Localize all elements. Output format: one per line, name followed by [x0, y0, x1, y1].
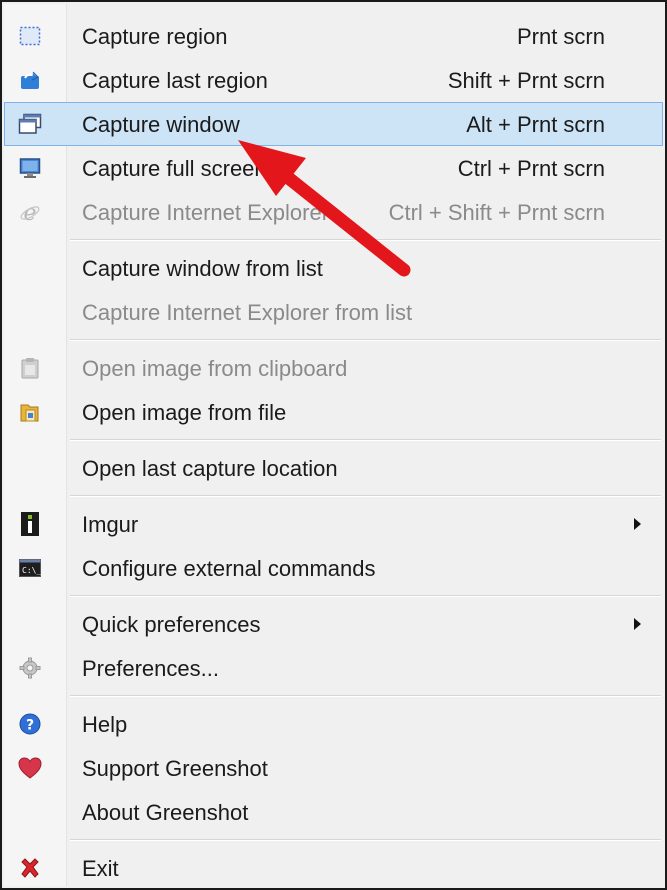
menu-separator [4, 334, 663, 346]
menu-item-label: Capture Internet Explorer from list [82, 300, 413, 325]
menu-item-help[interactable]: ? Help [4, 702, 663, 746]
clipboard-icon [18, 357, 42, 379]
folder-icon [18, 401, 42, 423]
help-icon: ? [18, 713, 42, 735]
menu-item-open-from-clipboard[interactable]: Open image from clipboard [4, 346, 663, 390]
menu-item-label: Capture region [82, 24, 228, 49]
menu-item-label: Capture window from list [82, 256, 323, 281]
menu-item-label: Quick preferences [82, 612, 261, 637]
menu-item-shortcut: Alt + Prnt scrn [466, 112, 605, 137]
menu-item-label: About Greenshot [82, 800, 249, 825]
menu-item-shortcut: Shift + Prnt scrn [447, 68, 605, 93]
menu-item-capture-internet-explorer[interactable]: e Capture Internet Explorer Ctrl + Shift… [4, 190, 663, 234]
window-icon [18, 113, 42, 135]
menu-item-quick-preferences[interactable]: Quick preferences [4, 602, 663, 646]
menu-item-label: Open image from clipboard [82, 356, 348, 381]
ie-icon: e [18, 201, 42, 223]
menu-item-about-greenshot[interactable]: About Greenshot [4, 790, 663, 834]
menu-item-imgur[interactable]: Imgur [4, 502, 663, 546]
menu-item-label: Imgur [82, 512, 139, 537]
context-menu: Capture region Prnt scrn Capture last re… [0, 0, 667, 890]
menu-item-capture-window-from-list[interactable]: Capture window from list [4, 246, 663, 290]
region-select-icon [18, 25, 42, 47]
menu-separator [4, 434, 663, 446]
menu-item-label: Configure external commands [82, 556, 376, 581]
menu-item-configure-external-commands[interactable]: C:\_ Configure external commands [4, 546, 663, 590]
menu-separator [4, 590, 663, 602]
menu-item-label: Preferences... [82, 656, 219, 681]
menu-item-capture-window[interactable]: Capture window Alt + Prnt scrn [4, 102, 663, 146]
refresh-icon [18, 69, 42, 91]
menu-item-label: Open image from file [82, 400, 287, 425]
console-icon: C:\_ [18, 557, 42, 579]
svg-text:?: ? [26, 718, 34, 734]
submenu-arrow-icon [634, 618, 641, 630]
submenu-arrow-icon [634, 518, 641, 530]
menu-item-label: Exit [82, 856, 119, 881]
menu-item-preferences[interactable]: Preferences... [4, 646, 663, 690]
menu-item-capture-ie-from-list[interactable]: Capture Internet Explorer from list [4, 290, 663, 334]
svg-text:C:\_: C:\_ [22, 566, 41, 575]
menu-item-label: Capture last region [82, 68, 268, 93]
menu-item-shortcut: Ctrl + Shift + Prnt scrn [388, 200, 605, 225]
menu-item-label: Help [82, 712, 128, 737]
menu-items: Capture region Prnt scrn Capture last re… [4, 14, 663, 890]
menu-item-label: Capture window [82, 112, 240, 137]
svg-text:e: e [23, 201, 36, 223]
menu-item-shortcut: Prnt scrn [516, 24, 605, 49]
menu-separator [4, 234, 663, 246]
menu-item-label: Capture full screen [82, 156, 267, 181]
menu-item-label: Open last capture location [82, 456, 338, 481]
menu-item-capture-last-region[interactable]: Capture last region Shift + Prnt scrn [4, 58, 663, 102]
imgur-icon [18, 512, 42, 536]
menu-item-capture-region[interactable]: Capture region Prnt scrn [4, 14, 663, 58]
menu-separator [4, 690, 663, 702]
menu-item-open-from-file[interactable]: Open image from file [4, 390, 663, 434]
menu-item-shortcut: Ctrl + Prnt scrn [457, 156, 605, 181]
menu-item-capture-full-screen[interactable]: Capture full screen Ctrl + Prnt scrn [4, 146, 663, 190]
menu-separator [4, 490, 663, 502]
menu-item-label: Support Greenshot [82, 756, 268, 781]
menu-item-support-greenshot[interactable]: Support Greenshot [4, 746, 663, 790]
menu-separator [4, 834, 663, 846]
exit-icon [18, 857, 42, 879]
menu-item-exit[interactable]: Exit [4, 846, 663, 890]
menu-item-label: Capture Internet Explorer [82, 200, 330, 225]
gear-icon [18, 657, 42, 679]
monitor-icon [18, 157, 42, 179]
heart-icon [18, 757, 42, 779]
menu-item-open-last-capture-location[interactable]: Open last capture location [4, 446, 663, 490]
